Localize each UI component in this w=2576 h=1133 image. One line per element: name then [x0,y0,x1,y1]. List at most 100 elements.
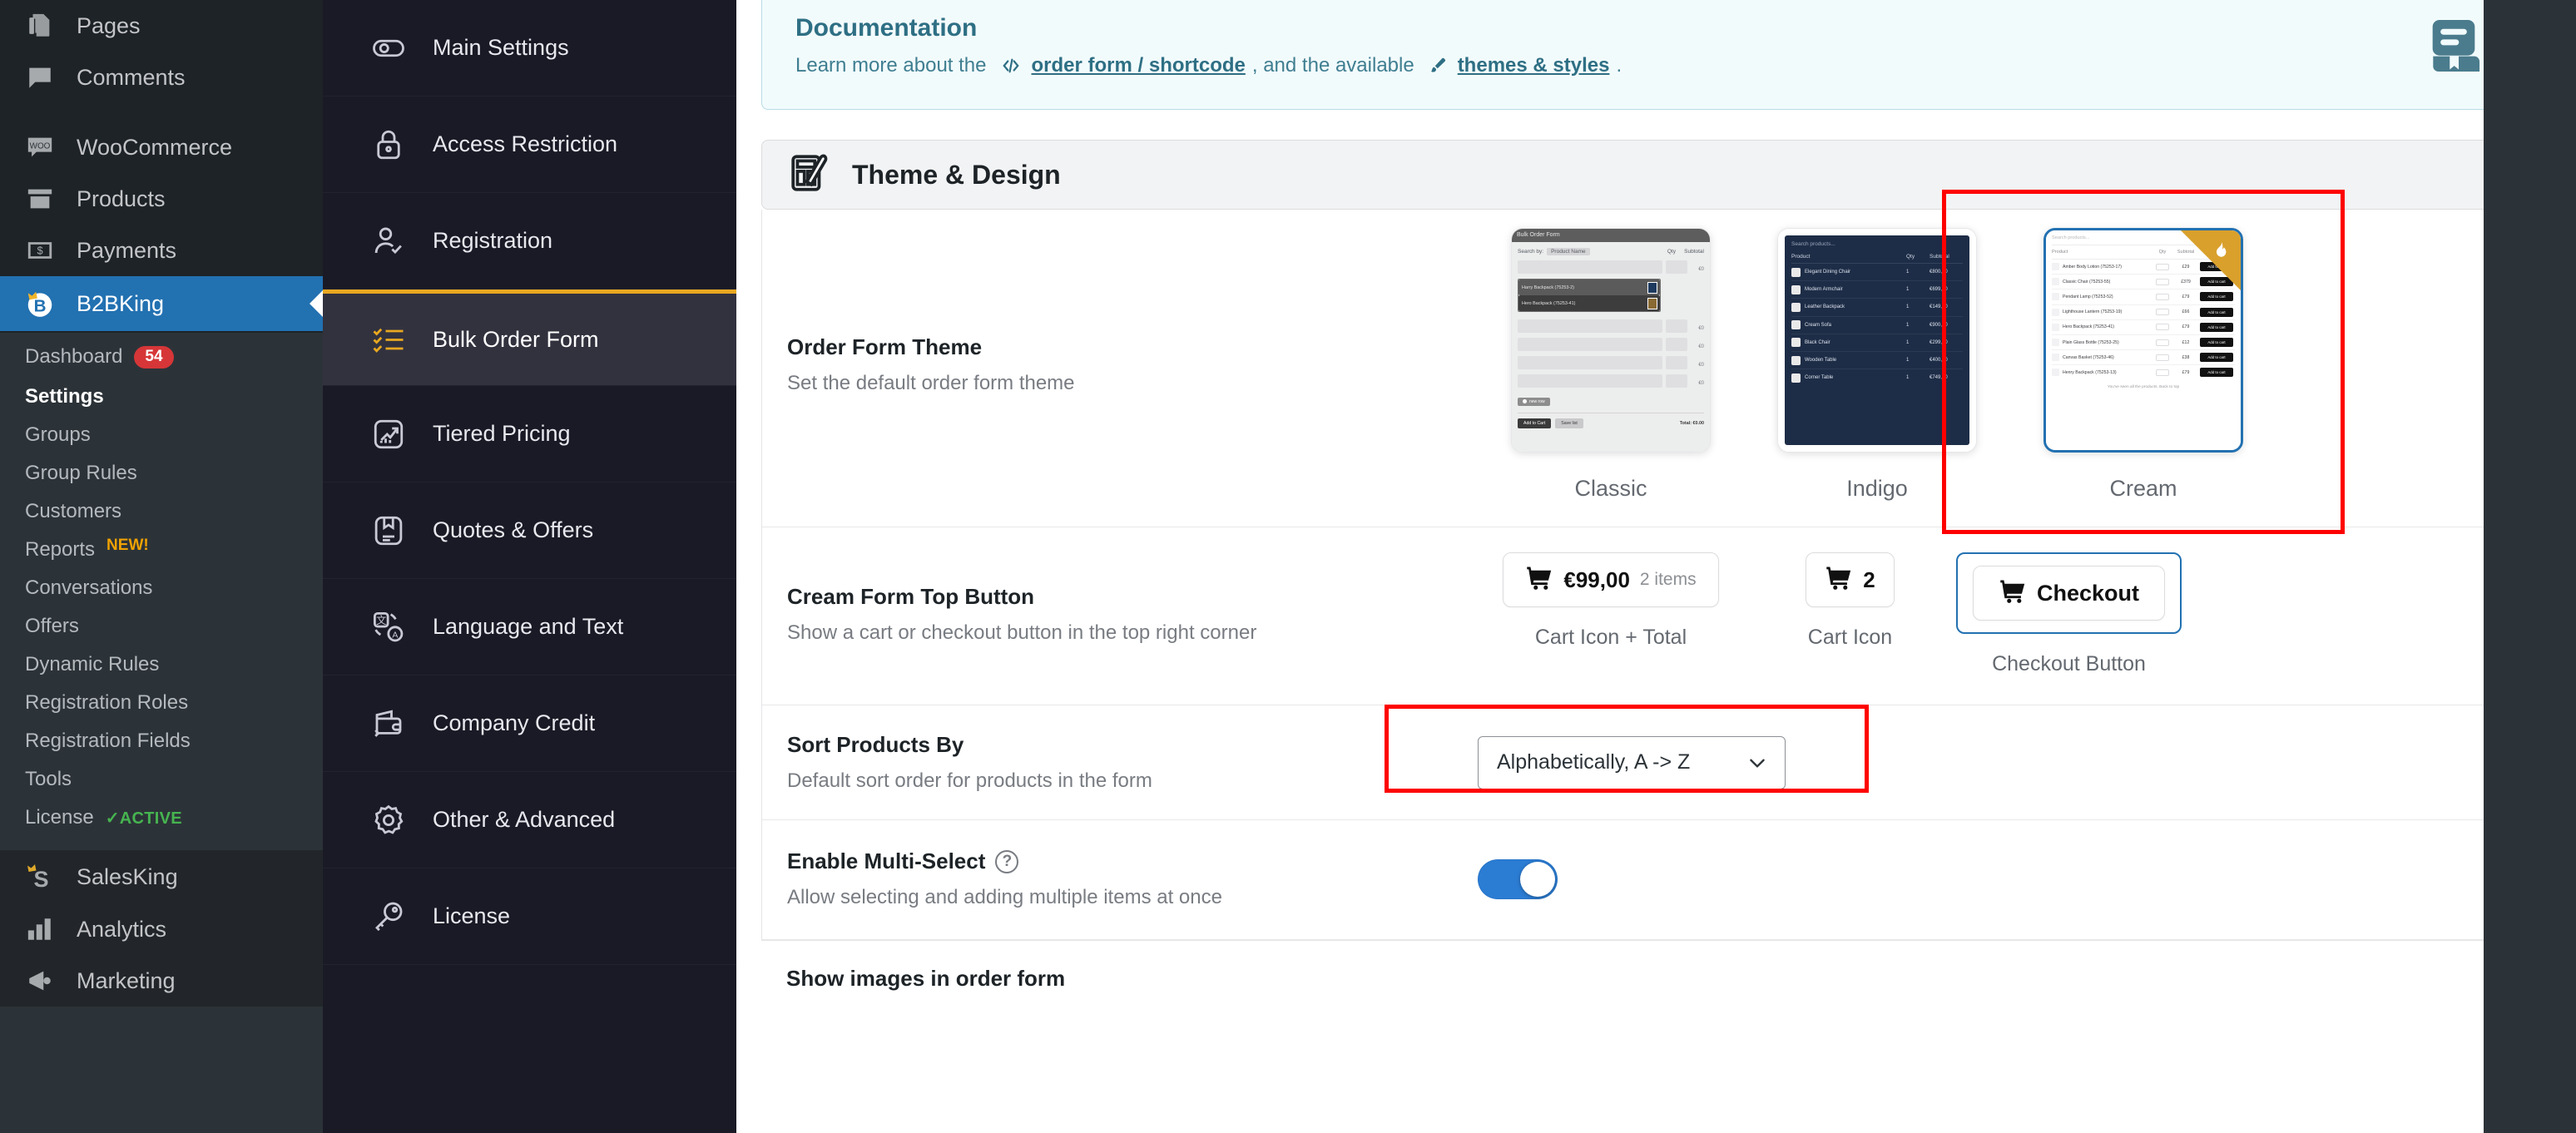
nav-item-access-restriction[interactable]: Access Restriction [323,96,736,193]
sidebar-item-products[interactable]: Products [0,173,323,225]
right-gutter [2484,0,2576,1133]
cart-total-amount: €99,00 [1563,566,1630,592]
classic-zero-5: €0 [1698,381,1704,386]
nav-item-main-settings[interactable]: Main Settings [323,0,736,96]
nav-item-license[interactable]: License [323,868,736,965]
sidebar-item-dashboard[interactable]: Dashboard 54 [0,338,323,378]
order-form-shortcode-link[interactable]: order form / shortcode [1032,54,1246,77]
checkout-button-selected-wrapper[interactable]: Checkout [1956,552,2182,634]
documentation-notice: Documentation Learn more about the order… [761,0,2519,110]
top-button-option-cart-icon-total[interactable]: €99,00 2 items Cart Icon + Total [1478,552,1744,650]
theme-preview-cream[interactable]: Search products... Product Qty Subtotal … [2043,228,2243,453]
setting-row-cream-top-button: Cream Form Top Button Show a cart or che… [762,527,2519,705]
setting-row-sort-products-by: Sort Products By Default sort order for … [762,704,2519,820]
submenu-label: License [25,806,94,829]
theme-preview-classic[interactable]: Bulk Order Form Search by: Product Name … [1511,228,1711,453]
submenu-label: Offers [25,615,79,637]
woocommerce-icon: WOO [22,133,58,161]
sidebar-item-woocommerce[interactable]: WOO WooCommerce [0,121,323,173]
submenu-label: Tools [25,768,72,790]
main-content: Documentation Learn more about the order… [736,0,2576,1133]
key-icon [369,898,408,936]
code-icon [1000,57,1022,75]
top-button-option-cart-icon[interactable]: 2 Cart Icon [1744,552,1956,650]
documentation-suffix: . [1616,54,1622,77]
submenu-label: Registration Roles [25,691,189,714]
sidebar-item-registration-fields[interactable]: Registration Fields [0,722,323,760]
svg-text:$: $ [37,244,42,256]
nav-item-registration[interactable]: Registration [323,193,736,289]
sidebar-item-payments[interactable]: $ Payments [0,225,323,276]
sidebar-item-groups[interactable]: Groups [0,416,323,454]
setting-row-order-form-theme: Order Form Theme Set the default order f… [762,190,2519,534]
sidebar-item-dynamic-rules[interactable]: Dynamic Rules [0,646,323,684]
theme-design-icon [789,152,830,198]
wp-sidebar-top-group: Pages Comments WOO WooCommerce Products … [0,0,323,333]
submenu-label: Conversations [25,576,153,599]
classic-zero-2: €0 [1698,326,1704,331]
sidebar-item-conversations[interactable]: Conversations [0,569,323,607]
nav-item-company-credit[interactable]: Company Credit [323,675,736,772]
chart-up-icon [369,415,408,453]
classic-total-value: €0.00 [1692,421,1705,426]
nav-item-quotes-offers[interactable]: Quotes & Offers [323,482,736,579]
cart-quantity: 2 [1863,566,1875,592]
sidebar-item-settings[interactable]: Settings [0,378,323,416]
cart-icon-total-preview[interactable]: €99,00 2 items [1503,552,1719,607]
sidebar-item-b2bking[interactable]: B B2BKing [0,276,323,331]
sidebar-item-registration-roles[interactable]: Registration Roles [0,684,323,722]
cream-footer-text: You've seen all the products. Back to to… [2107,384,2180,389]
cart-icon-preview[interactable]: 2 [1806,552,1895,607]
nav-item-tiered-pricing[interactable]: Tiered Pricing [323,386,736,482]
sidebar-item-comments[interactable]: Comments [0,52,323,103]
license-active-badge: ✓ACTIVE [105,809,182,828]
sidebar-item-salesking[interactable]: S SalesKing [0,850,323,903]
sidebar-item-label: Analytics [77,916,167,942]
cream-row: Henry Backpack (75253-13) £79 Add to cart [2052,365,2235,379]
classic-suggestion-1: Harry Backpack (75253-2) [1522,284,1574,290]
order-form-theme-options: Bulk Order Form Search by: Product Name … [1478,190,2519,534]
flame-icon [2211,240,2231,265]
sidebar-item-customers[interactable]: Customers [0,492,323,531]
theme-option-classic[interactable]: Bulk Order Form Search by: Product Name … [1478,228,1744,502]
indigo-row: Modern Armchair 1 €699,00 [1791,281,1963,299]
sidebar-item-marketing[interactable]: Marketing [0,955,323,1007]
theme-name-indigo: Indigo [1846,476,1908,501]
theme-option-cream[interactable]: Search products... Product Qty Subtotal … [1942,190,2345,534]
classic-search-chip: Product Name [1547,248,1590,255]
sidebar-item-tools[interactable]: Tools [0,760,323,799]
order-form-theme-label-block: Order Form Theme Set the default order f… [762,334,1478,395]
b2bking-icon: B [22,288,58,319]
top-button-caption: Checkout Button [1992,652,2146,675]
classic-header-text: Bulk Order Form [1517,232,1560,238]
indigo-row: Cream Sofa 1 €900,00 [1791,317,1963,334]
nav-item-bulk-order-form[interactable]: Bulk Order Form [323,289,736,386]
sidebar-item-reports[interactable]: Reports NEW! [0,531,323,569]
themes-styles-link[interactable]: themes & styles [1458,54,1610,77]
sidebar-item-pages[interactable]: Pages [0,0,323,52]
enable-multi-select-toggle[interactable] [1478,858,1558,899]
b2bking-submenu: Dashboard 54 Settings Groups Group Rules… [0,333,323,850]
cream-row: Plain Glass Bottle (75253-25) £12 Add to c… [2052,335,2235,351]
help-icon[interactable]: ? [995,849,1019,873]
classic-zero-4: €0 [1698,363,1704,368]
indigo-row: Black Chair 1 €299,00 [1791,334,1963,352]
sidebar-item-label: Pages [77,12,141,38]
svg-text:B: B [34,297,47,316]
nav-item-language-and-text[interactable]: 文A Language and Text [323,579,736,675]
submenu-label: Group Rules [25,462,137,484]
sidebar-item-offers[interactable]: Offers [0,607,323,646]
sidebar-item-analytics[interactable]: Analytics [0,903,323,955]
top-button-option-checkout-button[interactable]: Checkout Checkout Button [1956,552,2182,676]
classic-col-qty: Qty [1667,249,1676,255]
cream-col-product: Product [2052,250,2068,255]
checkout-label: Checkout [2037,580,2140,606]
nav-item-other-advanced[interactable]: Other & Advanced [323,772,736,868]
checkout-button-preview[interactable]: Checkout [1973,566,2166,621]
sidebar-item-group-rules[interactable]: Group Rules [0,454,323,492]
indigo-row: Elegant Dining Chair 1 €800,00 [1791,264,1963,282]
sidebar-item-license[interactable]: License ✓ACTIVE [0,799,323,837]
dashboard-count-badge: 54 [134,346,174,369]
sidebar-item-label: Products [77,186,166,211]
cream-row: Pendant Lamp (75253-52) £79 Add to cart [2052,289,2235,305]
